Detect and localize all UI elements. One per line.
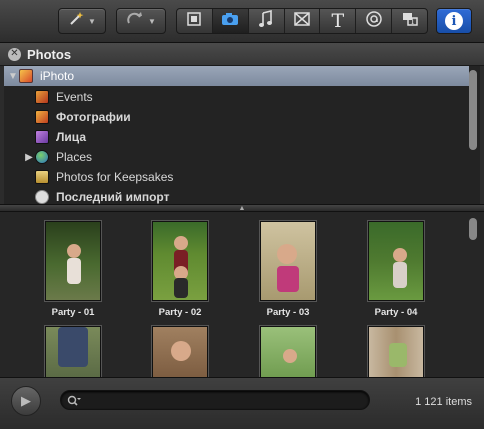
source-list-scrollbar[interactable] <box>469 70 477 150</box>
music-note-icon <box>258 9 274 33</box>
chevron-down-icon: ▼ <box>148 16 156 26</box>
close-icon[interactable]: ✕ <box>8 47 21 61</box>
rotate-button[interactable]: ▼ <box>116 8 166 34</box>
tab-titles[interactable]: T <box>320 9 357 33</box>
photo-caption: Party - 01 <box>51 307 95 318</box>
rotate-icon <box>126 11 144 32</box>
bottom-bar: ▶ 1 121 items <box>0 377 484 429</box>
source-item-iphoto[interactable]: ▼ iPhoto <box>4 66 469 86</box>
source-item-photos[interactable]: Фотографии <box>4 107 480 127</box>
photo-caption: Party - 03 <box>266 307 310 318</box>
photos-icon <box>35 110 49 124</box>
photo-grid-scrollbar[interactable] <box>469 218 477 240</box>
tab-transitions[interactable] <box>285 9 321 33</box>
chevron-up-icon: ▲ <box>238 204 246 212</box>
source-item-faces[interactable]: Лица <box>4 127 480 147</box>
source-item-label: iPhoto <box>40 69 75 83</box>
photo-thumbnail[interactable] <box>260 326 316 377</box>
photo-thumbnail[interactable] <box>45 326 101 377</box>
disclosure-triangle-icon[interactable]: ▼ <box>7 71 19 82</box>
panel-header: ✕ Photos <box>0 43 484 66</box>
source-item-events[interactable]: Events <box>4 87 480 107</box>
globe-icon <box>35 150 49 164</box>
last-import-icon <box>35 190 49 204</box>
tab-maps[interactable] <box>356 9 393 33</box>
faces-icon <box>35 130 49 144</box>
magic-wand-icon <box>68 11 84 32</box>
source-item-photos-for-keepsakes[interactable]: Photos for Keepsakes <box>4 167 480 187</box>
title-text-icon: T <box>331 10 345 32</box>
photo-thumbnail[interactable] <box>152 326 208 377</box>
photo-caption: Party - 04 <box>374 307 418 318</box>
source-item-label: Лица <box>56 130 86 144</box>
svg-text:T: T <box>410 17 416 26</box>
source-item-label: Places <box>56 150 93 164</box>
chevron-down-icon: ▼ <box>88 16 96 26</box>
camera-icon <box>220 11 240 32</box>
photo-thumbnail[interactable] <box>260 221 316 301</box>
photo-thumbnail[interactable] <box>368 221 424 301</box>
photo-grid: Party - 01 Party - 02 Party - 03 Party -… <box>0 212 484 377</box>
theme-icon: T <box>401 10 419 33</box>
item-count: 1 121 items <box>415 396 472 408</box>
panel-title: Photos <box>27 46 72 62</box>
tab-movies[interactable] <box>177 9 213 33</box>
source-item-label: Фотографии <box>56 110 131 124</box>
source-item-last-import[interactable]: Последний импорт <box>4 187 480 204</box>
search-icon <box>67 394 81 406</box>
toolbar: ▼ ▼ T T i <box>0 0 484 43</box>
info-icon: i <box>445 12 463 30</box>
photo-caption: Party - 02 <box>158 307 202 318</box>
media-browser-segmented-control: T T <box>176 8 428 34</box>
tab-themes[interactable]: T <box>392 9 427 33</box>
source-item-label: Photos for Keepsakes <box>56 170 174 184</box>
play-icon: ▶ <box>21 393 31 408</box>
photo-thumbnail[interactable] <box>45 221 101 301</box>
globe-map-icon <box>365 10 383 33</box>
source-item-label: Последний импорт <box>56 190 170 204</box>
iphoto-icon <box>19 69 33 83</box>
source-list: ▼ iPhoto Events Фотографии Лица ▶ Places… <box>4 66 480 204</box>
source-item-places[interactable]: ▶ Places <box>4 147 480 167</box>
search-field[interactable] <box>60 390 370 410</box>
source-item-label: Events <box>56 90 93 104</box>
events-icon <box>35 90 49 104</box>
disclosure-triangle-icon[interactable]: ▶ <box>23 152 35 163</box>
album-icon <box>35 170 49 184</box>
photo-thumbnail[interactable] <box>152 221 208 301</box>
search-input[interactable] <box>85 392 365 410</box>
info-button[interactable]: i <box>436 8 472 34</box>
pane-splitter[interactable]: ▲ <box>0 204 484 212</box>
filmstrip-icon <box>185 11 203 32</box>
photo-thumbnail[interactable] <box>368 326 424 377</box>
tab-music[interactable] <box>249 9 285 33</box>
play-button[interactable]: ▶ <box>11 386 41 416</box>
transition-icon <box>293 11 311 32</box>
magic-wand-button[interactable]: ▼ <box>58 8 106 34</box>
tab-photos[interactable] <box>212 9 249 33</box>
